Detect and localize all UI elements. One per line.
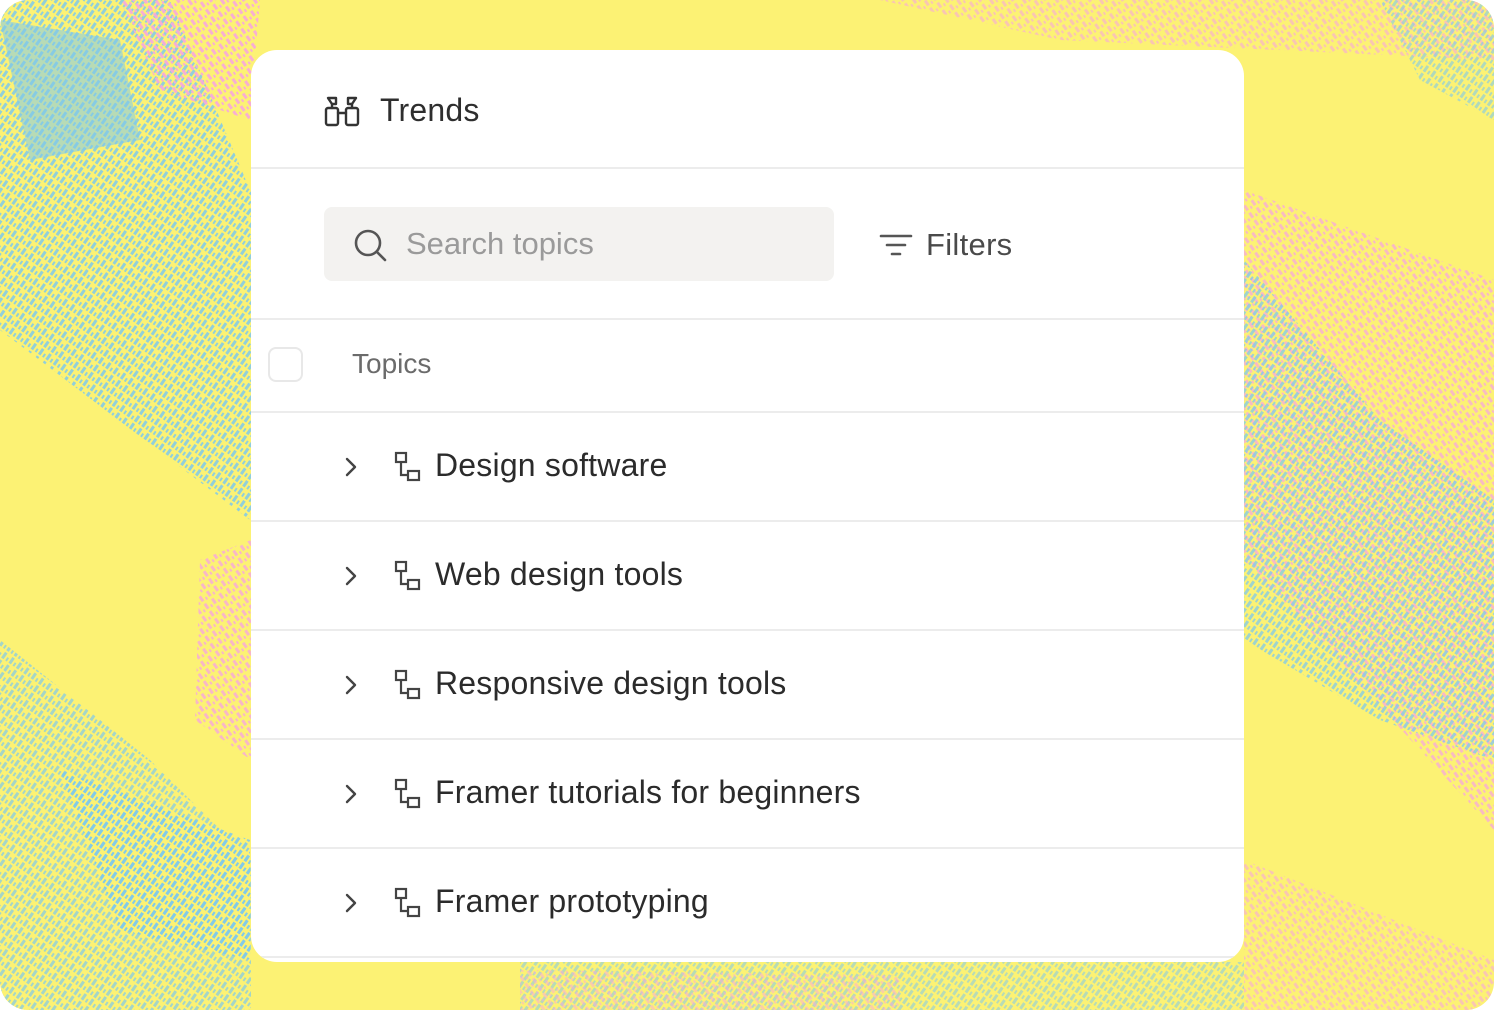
filters-button[interactable]: Filters [878,224,1013,266]
chevron-right-icon[interactable] [339,562,363,590]
topic-label: Framer prototyping [435,883,709,919]
search-icon [354,229,387,262]
topic-row[interactable]: Web design tools [251,522,1244,631]
chevron-right-icon[interactable] [339,671,363,699]
topic-row[interactable]: Framer prototyping [251,849,1244,958]
chevron-right-icon[interactable] [339,780,363,808]
filters-label: Filters [926,227,1013,262]
toolbar: Filters [251,169,1244,320]
topic-label: Design software [435,447,668,483]
topic-label: Framer tutorials for beginners [435,774,861,810]
page-title: Trends [380,92,480,128]
chevron-right-icon[interactable] [339,889,363,917]
topic-hierarchy-icon [394,887,421,918]
select-all-checkbox[interactable] [268,347,303,382]
topic-row[interactable]: Design software [251,413,1244,522]
topic-label: Web design tools [435,556,684,592]
filter-icon [879,234,913,256]
binoculars-icon [324,96,360,127]
topic-hierarchy-icon [394,669,421,700]
topic-hierarchy-icon [394,560,421,591]
trends-panel: Trends Filters Topics [251,50,1244,962]
chevron-right-icon[interactable] [339,453,363,481]
topic-row[interactable]: Responsive design tools [251,631,1244,740]
topic-label: Responsive design tools [435,665,787,701]
topic-list: Design software Web design tools Respons… [251,413,1244,958]
search-box[interactable] [324,207,834,281]
topic-row[interactable]: Framer tutorials for beginners [251,740,1244,849]
panel-header: Trends [251,50,1244,169]
search-input[interactable] [406,207,806,281]
column-header-topics: Topics [352,348,432,379]
topic-hierarchy-icon [394,451,421,482]
table-header: Topics [251,320,1244,413]
topic-hierarchy-icon [394,778,421,809]
